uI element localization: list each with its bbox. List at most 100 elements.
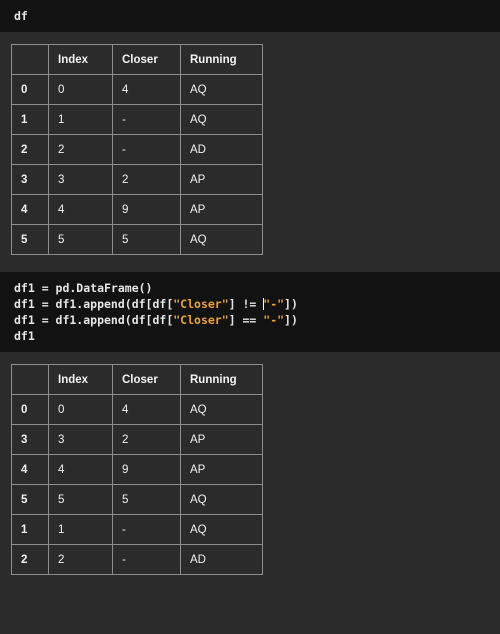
table-row: 2 2- AD	[11, 134, 263, 165]
cell-running: AP	[180, 194, 263, 225]
code-line: df	[14, 8, 500, 24]
code-token: ] !=	[228, 297, 264, 311]
cell-index: 4	[48, 194, 113, 225]
table-row: 1 1- AQ	[11, 104, 263, 135]
cell-closer: 5	[112, 484, 181, 515]
row-index-label: 2	[11, 544, 49, 575]
code-string-token: "-"	[263, 313, 285, 327]
output-area-df1: Index Closer Running 0 0 4 AQ 3 3 2 AP 4 4 9 AP 5 5 5 AQ 1…	[0, 364, 500, 575]
code-string-token: "Closer"	[173, 313, 229, 327]
cell-closer: 2	[112, 164, 181, 195]
row-index-label: 5	[11, 224, 49, 255]
cell-spacer	[0, 255, 500, 272]
cell-closer: 9	[112, 454, 181, 485]
table-row: 1 1- AQ	[11, 514, 263, 545]
cell-closer: 9	[112, 194, 181, 225]
code-token: df1 = df1.append(df[df[	[14, 297, 174, 311]
row-index-label: 1	[11, 514, 49, 545]
notebook-page: df Index Closer Running 0 0 4 AQ 1 1- AQ 2 2- AD 3 3 2…	[0, 0, 500, 634]
code-token: df1	[14, 329, 35, 343]
table-row: 4 4 9 AP	[11, 454, 263, 485]
code-line: df1	[14, 328, 500, 344]
code-token: df1 = pd.DataFrame()	[14, 281, 153, 295]
code-line: df1 = df1.append(df[df["Closer"] == "-"]…	[14, 312, 500, 328]
cell-running: AQ	[180, 514, 263, 545]
table-head: Index Closer Running	[11, 44, 263, 75]
cell-index: 3	[48, 164, 113, 195]
row-index-label: 4	[11, 194, 49, 225]
cell-closer: 4	[112, 394, 181, 425]
code-cell-df[interactable]: df	[0, 0, 500, 32]
table-row: 3 3 2 AP	[11, 164, 263, 195]
table-row: 3 3 2 AP	[11, 424, 263, 455]
cell-closer: -	[112, 104, 181, 135]
row-index-label: 1	[11, 104, 49, 135]
cell-running: AQ	[180, 224, 263, 255]
cell-index: 2	[48, 544, 113, 575]
cell-running: AQ	[180, 74, 263, 105]
cell-closer: -	[112, 544, 181, 575]
cell-spacer	[0, 32, 500, 44]
row-index-label: 3	[11, 164, 49, 195]
code-string-token: "Closer"	[173, 297, 229, 311]
cell-closer: 2	[112, 424, 181, 455]
cell-spacer	[0, 352, 500, 364]
cell-running: AP	[180, 424, 263, 455]
cell-closer: 5	[112, 224, 181, 255]
cell-running: AQ	[180, 104, 263, 135]
cell-index: 0	[48, 394, 113, 425]
cell-running: AQ	[180, 394, 263, 425]
table-row: 0 0 4 AQ	[11, 394, 263, 425]
cell-index: 3	[48, 424, 113, 455]
cell-index: 1	[48, 514, 113, 545]
output-area-df: Index Closer Running 0 0 4 AQ 1 1- AQ 2 2- AD 3 3 2 AP 4…	[0, 44, 500, 255]
row-index-label: 0	[11, 394, 49, 425]
code-string-token: "-"	[263, 297, 285, 311]
column-header-index: Index	[48, 364, 113, 395]
column-header-index	[11, 44, 49, 75]
code-line: df1 = df1.append(df[df["Closer"] != "-"]…	[14, 296, 500, 312]
table-row: 2 2- AD	[11, 544, 263, 575]
column-header-closer: Closer	[112, 364, 181, 395]
table-header-row: Index Closer Running	[11, 364, 263, 395]
cell-running: AD	[180, 134, 263, 165]
cell-running: AD	[180, 544, 263, 575]
code-token: ])	[284, 297, 298, 311]
row-index-label: 0	[11, 74, 49, 105]
code-token: ])	[284, 313, 298, 327]
column-header-running: Running	[180, 44, 263, 75]
row-index-label: 5	[11, 484, 49, 515]
column-header-index	[11, 364, 49, 395]
cell-index: 2	[48, 134, 113, 165]
code-line: df1 = pd.DataFrame()	[14, 280, 500, 296]
cell-running: AP	[180, 164, 263, 195]
cell-closer: -	[112, 514, 181, 545]
table-row: 5 5 5 AQ	[11, 224, 263, 255]
column-header-running: Running	[180, 364, 263, 395]
cell-index: 4	[48, 454, 113, 485]
column-header-closer: Closer	[112, 44, 181, 75]
column-header-index: Index	[48, 44, 113, 75]
table-body: 0 0 4 AQ 1 1- AQ 2 2- AD 3 3 2 AP 4 4 9 AP 5 5 5 AQ	[11, 74, 263, 255]
dataframe-df1: Index Closer Running 0 0 4 AQ 3 3 2 AP 4 4 9 AP 5 5 5 AQ 1…	[11, 364, 263, 575]
table-body: 0 0 4 AQ 3 3 2 AP 4 4 9 AP 5 5 5 AQ 1 1- AQ 2 2- AD	[11, 394, 263, 575]
cell-running: AQ	[180, 484, 263, 515]
cell-index: 5	[48, 484, 113, 515]
code-token: df	[14, 9, 28, 23]
cell-index: 0	[48, 74, 113, 105]
cell-closer: 4	[112, 74, 181, 105]
row-index-label: 3	[11, 424, 49, 455]
cell-index: 1	[48, 104, 113, 135]
code-token: ] ==	[228, 313, 264, 327]
cell-closer: -	[112, 134, 181, 165]
code-cell-df1[interactable]: df1 = pd.DataFrame() df1 = df1.append(df[…	[0, 272, 500, 352]
code-token: df1 = df1.append(df[df[	[14, 313, 174, 327]
row-index-label: 4	[11, 454, 49, 485]
dataframe-df: Index Closer Running 0 0 4 AQ 1 1- AQ 2 2- AD 3 3 2 AP 4…	[11, 44, 263, 255]
table-row: 5 5 5 AQ	[11, 484, 263, 515]
table-row: 4 4 9 AP	[11, 194, 263, 225]
row-index-label: 2	[11, 134, 49, 165]
table-head: Index Closer Running	[11, 364, 263, 395]
table-row: 0 0 4 AQ	[11, 74, 263, 105]
cell-running: AP	[180, 454, 263, 485]
